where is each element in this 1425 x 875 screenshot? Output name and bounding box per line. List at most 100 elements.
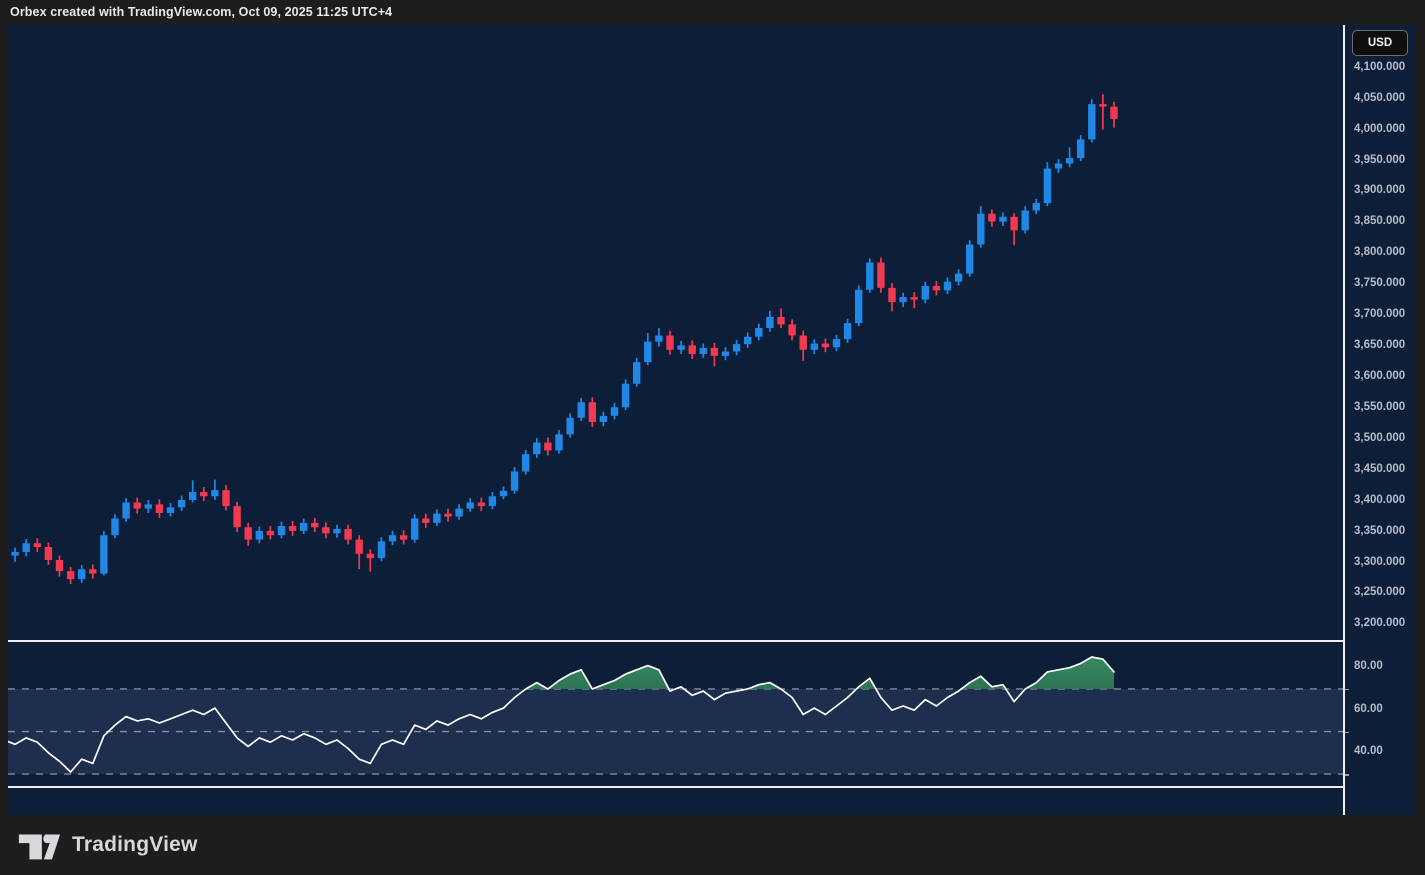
candle-body	[644, 342, 651, 362]
rsi-axis-label: 40.00	[1354, 745, 1383, 757]
candle-body	[933, 286, 940, 290]
candle-body	[522, 454, 529, 471]
price-axis-label: 3,400.000	[1354, 494, 1405, 506]
candle-body	[122, 502, 129, 518]
candle-body	[822, 344, 829, 348]
candle-body	[655, 335, 662, 341]
candle-body	[156, 504, 163, 513]
candle-body	[844, 323, 851, 339]
candle-body	[578, 402, 585, 417]
candle-body	[689, 345, 696, 354]
candle-body	[178, 500, 185, 507]
price-axis-label: 3,550.000	[1354, 401, 1405, 413]
currency-toggle-button[interactable]: USD	[1352, 30, 1408, 56]
candle-body	[1055, 164, 1062, 169]
candle-body	[367, 554, 374, 558]
candle-body	[245, 527, 252, 539]
candle-body	[1033, 203, 1040, 210]
candle-body	[1010, 217, 1017, 231]
candle-body	[356, 540, 363, 554]
price-axis[interactable]: USD 4,100.000 4,050.000 4,000.000 3,950.000…	[1343, 25, 1415, 815]
candle-body	[34, 543, 41, 547]
candle-body	[899, 297, 906, 302]
candle-body	[766, 317, 773, 328]
price-axis-label: 3,650.000	[1354, 339, 1405, 351]
candle-body	[444, 514, 451, 517]
pane-separator[interactable]	[8, 640, 1415, 642]
candle-body	[23, 543, 30, 552]
candle-body	[167, 507, 174, 513]
price-axis-label: 3,300.000	[1354, 556, 1405, 568]
candle-body	[755, 328, 762, 337]
candle-body	[555, 434, 562, 450]
candlestick-pane[interactable]	[8, 25, 1343, 641]
candle-body	[1044, 168, 1051, 203]
price-axis-label: 4,000.000	[1354, 123, 1405, 135]
rsi-axis-label: 60.00	[1354, 703, 1383, 715]
candle-body	[977, 214, 984, 245]
candle-body	[855, 290, 862, 323]
candle-body	[1099, 104, 1106, 106]
candle-body	[45, 547, 52, 560]
rsi-axis-label: 80.00	[1354, 660, 1383, 672]
price-axis-label: 4,050.000	[1354, 92, 1405, 104]
candle-body	[256, 531, 263, 540]
candle-body	[489, 496, 496, 506]
candle-body	[89, 569, 96, 573]
candle-body	[1077, 139, 1084, 158]
price-axis-label: 3,450.000	[1354, 463, 1405, 475]
candle-body	[100, 535, 107, 573]
candle-body	[833, 339, 840, 347]
candle-body	[800, 335, 807, 349]
candle-body	[744, 337, 751, 344]
candle-body	[422, 519, 429, 523]
candle-body	[467, 502, 474, 508]
candle-body	[544, 442, 551, 450]
candle-body	[200, 492, 207, 496]
chart-attribution-text: Orbex created with TradingView.com, Oct …	[10, 0, 392, 25]
candle-body	[700, 348, 707, 354]
price-axis-label: 3,750.000	[1354, 277, 1405, 289]
candle-body	[1066, 158, 1073, 164]
candle-body	[1022, 211, 1029, 231]
price-axis-label: 3,600.000	[1354, 370, 1405, 382]
tradingview-chart-window: Orbex created with TradingView.com, Oct …	[0, 0, 1425, 875]
candle-body	[877, 262, 884, 287]
price-axis-label: 3,700.000	[1354, 308, 1405, 320]
candle-body	[633, 362, 640, 384]
candle-body	[300, 523, 307, 531]
candle-body	[145, 504, 152, 508]
candle-body	[500, 491, 507, 497]
rsi-axis-tick	[1345, 689, 1349, 691]
candle-body	[711, 348, 718, 356]
tradingview-logo[interactable]: TradingView	[16, 827, 198, 863]
candle-body	[1110, 107, 1117, 119]
price-axis-label: 3,950.000	[1354, 154, 1405, 166]
chart-area[interactable]: Aug61114192227Sep4912172225Oct69141722	[8, 25, 1343, 815]
candle-body	[211, 490, 218, 496]
candle-body	[411, 519, 418, 540]
tradingview-logo-icon	[16, 827, 62, 863]
rsi-pane[interactable]	[8, 643, 1343, 786]
candle-body	[955, 274, 962, 282]
candle-body	[389, 535, 396, 541]
candle-body	[344, 529, 351, 540]
candle-body	[67, 571, 74, 579]
tradingview-logo-text: TradingView	[72, 833, 198, 857]
time-axis-separator	[8, 786, 1415, 788]
candle-body	[999, 217, 1006, 222]
candle-body	[777, 317, 784, 324]
candle-body	[111, 519, 118, 536]
branding-bar: TradingView	[0, 815, 1425, 875]
candle-body	[533, 442, 540, 454]
candle-body	[267, 531, 274, 535]
attribution-bar: Orbex created with TradingView.com, Oct …	[0, 0, 1425, 25]
candle-body	[433, 514, 440, 523]
candle-body	[11, 552, 18, 556]
candle-body	[1088, 104, 1095, 139]
price-axis-label: 4,100.000	[1354, 61, 1405, 73]
candle-body	[677, 345, 684, 349]
candle-body	[455, 509, 462, 517]
price-axis-label: 3,200.000	[1354, 617, 1405, 629]
candle-body	[922, 286, 929, 300]
